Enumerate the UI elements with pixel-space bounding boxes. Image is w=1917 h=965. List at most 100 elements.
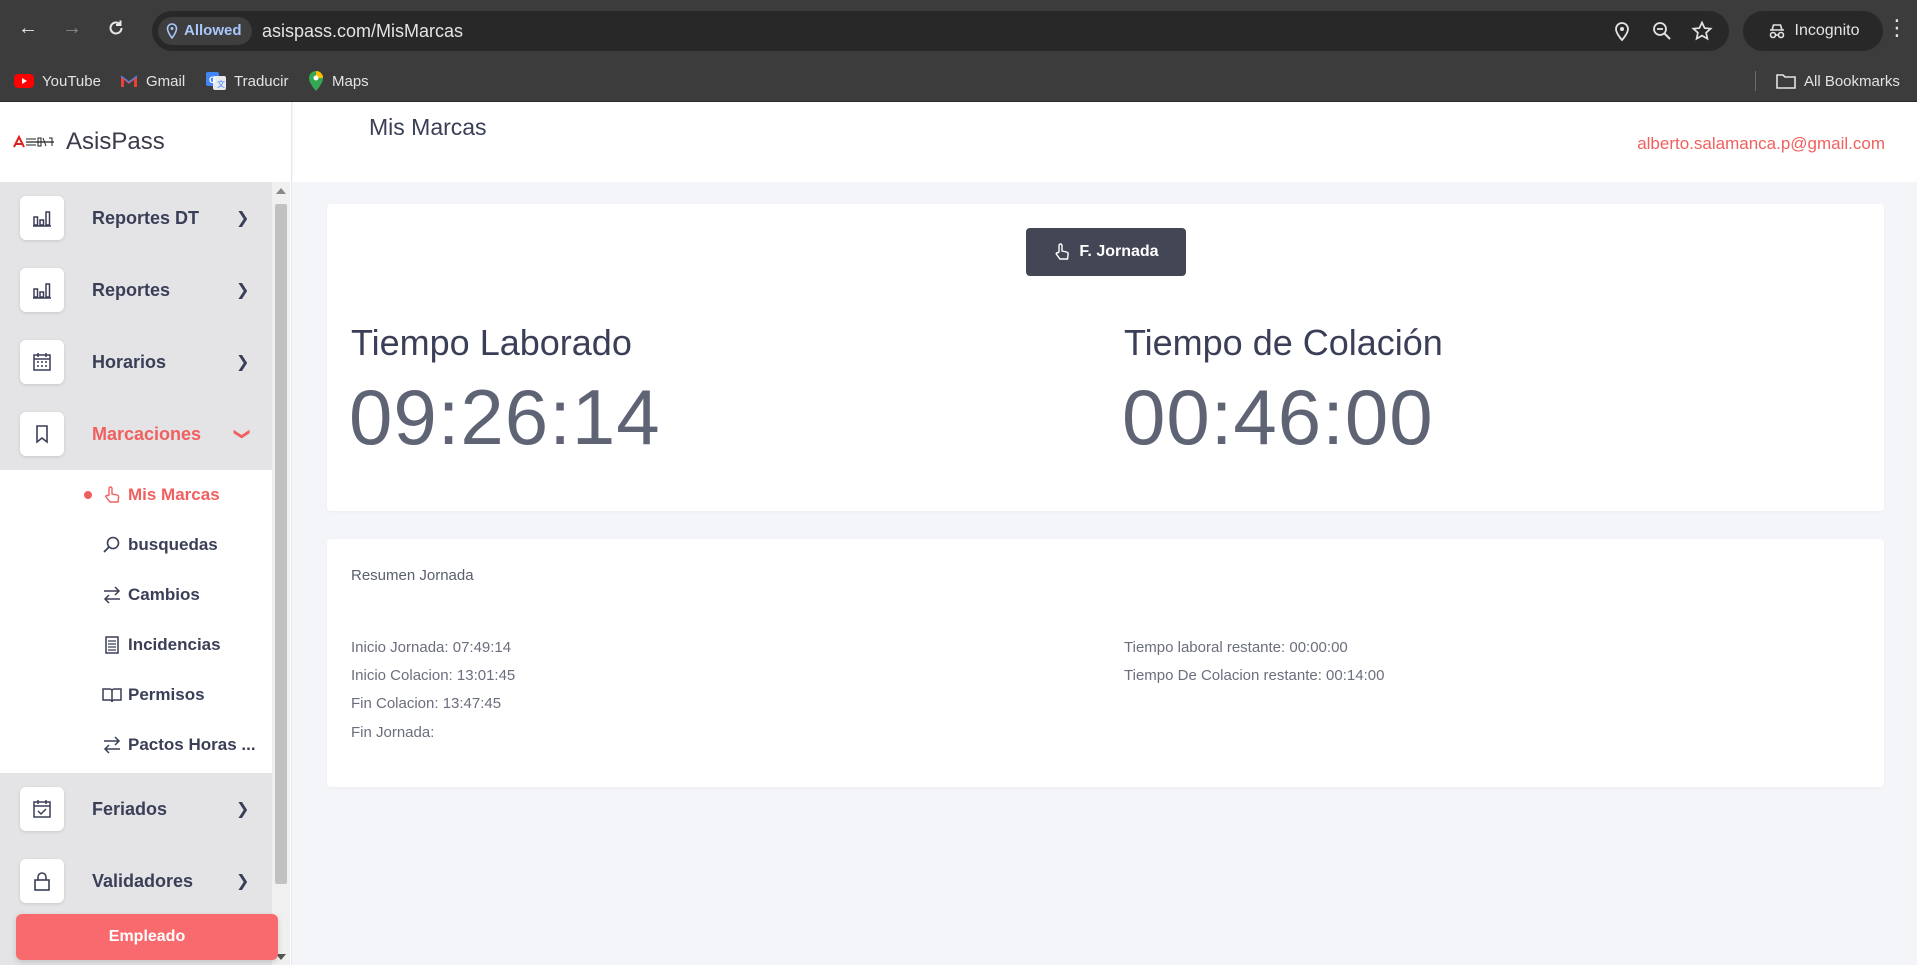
summary-title: Resumen Jornada bbox=[351, 567, 474, 584]
sidebar-item-horarios[interactable]: Horarios ❯ bbox=[0, 326, 272, 398]
translate-icon: G文 bbox=[206, 72, 226, 90]
incognito-label: Incognito bbox=[1794, 22, 1860, 39]
chevron-down-icon: ❯ bbox=[233, 427, 251, 441]
asispass-logo bbox=[13, 134, 54, 148]
submenu-item-incidencias[interactable]: Incidencias bbox=[0, 620, 272, 670]
back-button[interactable]: ← bbox=[14, 14, 42, 42]
chevron-right-icon: ❯ bbox=[236, 354, 250, 371]
bookmark-label: Maps bbox=[332, 72, 369, 90]
calendar-check-icon bbox=[20, 787, 64, 831]
submenu-label: busquedas bbox=[128, 535, 218, 554]
list-icon bbox=[105, 636, 119, 654]
summary-start-lunch: Inicio Colacion: 13:01:45 bbox=[351, 667, 516, 684]
worked-time-label: Tiempo Laborado bbox=[351, 322, 632, 363]
search-icon bbox=[103, 536, 120, 553]
submenu-label: Incidencias bbox=[128, 635, 221, 654]
role-button[interactable]: Empleado bbox=[16, 914, 278, 960]
bar-chart-icon bbox=[20, 268, 64, 312]
svg-text:文: 文 bbox=[217, 79, 225, 89]
summary-end-lunch: Fin Colacion: 13:47:45 bbox=[351, 695, 502, 712]
sidebar-item-feriados[interactable]: Feriados ❯ bbox=[0, 773, 272, 845]
submenu-label: Mis Marcas bbox=[128, 485, 220, 504]
sidebar-item-label: Reportes bbox=[92, 279, 171, 300]
svg-text:G: G bbox=[209, 75, 216, 85]
sidebar-item-label: Horarios bbox=[92, 351, 167, 372]
submenu-marcaciones: Mis Marcas busquedas Cambios Incidencias… bbox=[0, 470, 272, 773]
book-icon bbox=[102, 688, 122, 703]
browser-toolbar: ← → Allowed asispass.com/MisMarcas Incog… bbox=[0, 0, 1917, 60]
lunch-time-label: Tiempo de Colación bbox=[1124, 322, 1443, 363]
scrollbar-thumb[interactable] bbox=[275, 204, 287, 884]
sidebar-scrollbar[interactable] bbox=[272, 182, 290, 965]
location-icon[interactable] bbox=[1611, 20, 1633, 42]
scroll-up-arrow[interactable] bbox=[276, 188, 286, 194]
summary-end-workday: Fin Jornada: bbox=[351, 724, 435, 741]
submenu-item-busquedas[interactable]: busquedas bbox=[0, 520, 272, 570]
sidebar-item-reportes-dt[interactable]: Reportes DT ❯ bbox=[0, 182, 272, 254]
bookmark-icon bbox=[20, 412, 64, 456]
time-card: F. Jornada Tiempo Laborado 09:26:14 Tiem… bbox=[327, 204, 1884, 511]
summary-lunch-remaining: Tiempo De Colacion restante: 00:14:00 bbox=[1124, 667, 1385, 684]
bookmark-label: YouTube bbox=[42, 72, 101, 90]
sidebar-menu: Reportes DT ❯ Reportes ❯ Horarios ❯ Marc… bbox=[0, 182, 272, 965]
submenu-item-mis-marcas[interactable]: Mis Marcas bbox=[0, 470, 272, 520]
star-icon[interactable] bbox=[1691, 20, 1713, 42]
folder-icon bbox=[1776, 74, 1796, 89]
incognito-indicator[interactable]: Incognito bbox=[1743, 11, 1883, 51]
submenu-label: Cambios bbox=[128, 585, 200, 604]
swap-icon bbox=[103, 736, 121, 754]
address-bar[interactable]: Allowed asispass.com/MisMarcas bbox=[152, 11, 1729, 51]
bookmark-gmail[interactable]: Gmail bbox=[120, 60, 185, 102]
calendar-icon bbox=[20, 340, 64, 384]
hand-pointer-icon bbox=[105, 486, 120, 503]
user-email[interactable]: alberto.salamanca.p@gmail.com bbox=[1637, 134, 1885, 154]
sidebar-item-reportes[interactable]: Reportes ❯ bbox=[0, 254, 272, 326]
bookmarks-divider bbox=[1755, 71, 1756, 91]
zoom-icon[interactable] bbox=[1651, 20, 1673, 42]
forward-button[interactable]: → bbox=[58, 14, 86, 42]
youtube-icon bbox=[14, 74, 34, 88]
reload-icon bbox=[109, 20, 123, 35]
chevron-right-icon: ❯ bbox=[236, 801, 250, 818]
url-text[interactable]: asispass.com/MisMarcas bbox=[262, 11, 463, 51]
all-bookmarks-label: All Bookmarks bbox=[1804, 72, 1900, 90]
bookmark-youtube[interactable]: YouTube bbox=[14, 60, 101, 102]
submenu-label: Pactos Horas ... bbox=[128, 735, 256, 754]
active-dot bbox=[84, 491, 92, 499]
bookmarks-bar: YouTube Gmail G文 Traducir Maps All Bookm… bbox=[0, 60, 1917, 102]
sidebar-item-label: Marcaciones bbox=[92, 423, 202, 444]
submenu-label: Permisos bbox=[128, 685, 205, 704]
lock-icon bbox=[20, 859, 64, 903]
brand[interactable]: AsisPass bbox=[0, 102, 292, 182]
main-content: Mis Marcas alberto.salamanca.p@gmail.com… bbox=[293, 102, 1917, 965]
end-workday-label: F. Jornada bbox=[1079, 243, 1159, 260]
permission-chip[interactable]: Allowed bbox=[158, 17, 252, 45]
sidebar-item-marcaciones[interactable]: Marcaciones ❯ bbox=[0, 398, 272, 470]
all-bookmarks[interactable]: All Bookmarks bbox=[1776, 60, 1900, 102]
bookmark-label: Gmail bbox=[146, 72, 186, 90]
swap-icon bbox=[103, 586, 121, 604]
bar-chart-icon bbox=[20, 196, 64, 240]
worked-time-value: 09:26:14 bbox=[349, 373, 661, 461]
sidebar-item-label: Validadores bbox=[92, 870, 194, 891]
submenu-item-cambios[interactable]: Cambios bbox=[0, 570, 272, 620]
bookmark-traducir[interactable]: G文 Traducir bbox=[206, 60, 288, 102]
summary-work-remaining: Tiempo laboral restante: 00:00:00 bbox=[1124, 639, 1348, 656]
hand-pointer-icon bbox=[1055, 243, 1070, 260]
sidebar-item-label: Reportes DT bbox=[92, 207, 200, 228]
chevron-right-icon: ❯ bbox=[236, 873, 250, 890]
submenu-item-pactos-horas[interactable]: Pactos Horas ... bbox=[0, 720, 272, 770]
sidebar-item-validadores[interactable]: Validadores ❯ bbox=[0, 845, 272, 917]
gmail-icon bbox=[120, 75, 138, 87]
submenu-item-permisos[interactable]: Permisos bbox=[0, 670, 272, 720]
browser-menu-button[interactable]: ⋮ bbox=[1886, 14, 1908, 42]
topbar: Mis Marcas alberto.salamanca.p@gmail.com bbox=[293, 102, 1917, 182]
bookmark-label: Traducir bbox=[234, 72, 289, 90]
incognito-icon bbox=[1769, 24, 1784, 39]
chevron-right-icon: ❯ bbox=[236, 210, 250, 227]
summary-start-workday: Inicio Jornada: 07:49:14 bbox=[351, 639, 512, 656]
reload-button[interactable] bbox=[102, 14, 130, 42]
end-workday-button[interactable]: F. Jornada bbox=[1026, 228, 1186, 276]
bookmark-maps[interactable]: Maps bbox=[308, 60, 369, 102]
lunch-time-value: 00:46:00 bbox=[1122, 373, 1434, 461]
